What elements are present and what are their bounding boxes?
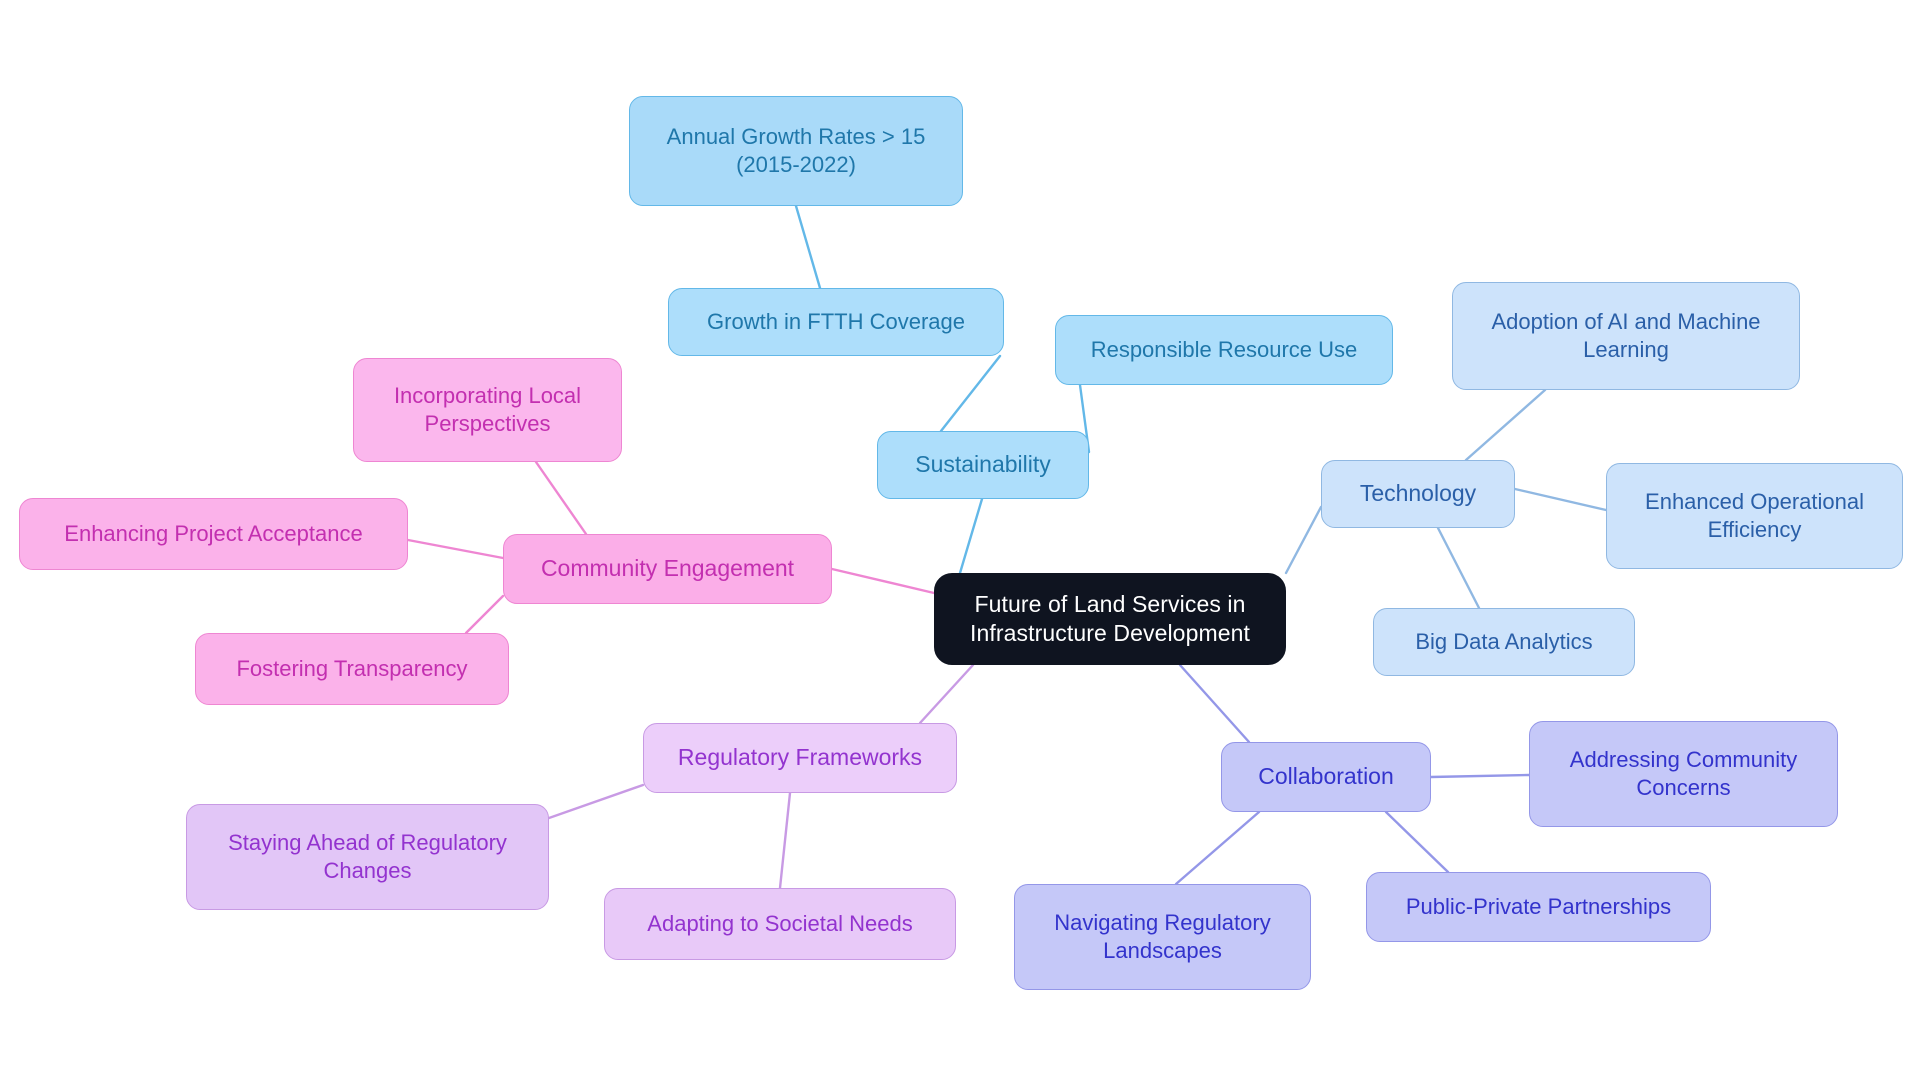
mindmap-node-label: Enhancing Project Acceptance [64, 520, 363, 546]
edge-root-collaboration [1178, 663, 1251, 744]
edge-community-incorporating [534, 460, 588, 536]
mindmap-node-label: Collaboration [1258, 763, 1394, 790]
mindmap-node-adapting-societal-needs[interactable]: Adapting to Societal Needs [604, 888, 956, 960]
mindmap-node-technology[interactable]: Technology [1321, 460, 1515, 528]
mindmap-node-public-private-partnerships[interactable]: Public-Private Partnerships [1366, 872, 1711, 942]
edge-community-fostering [464, 594, 505, 635]
mindmap-node-adoption-ai-ml[interactable]: Adoption of AI and Machine Learning [1452, 282, 1800, 390]
mindmap-node-label: Sustainability [915, 451, 1051, 478]
mindmap-node-navigating-regulatory-landscapes[interactable]: Navigating Regulatory Landscapes [1014, 884, 1311, 990]
mindmap-node-label: Incorporating Local Perspectives [393, 382, 582, 436]
mindmap-node-growth-ftth[interactable]: Growth in FTTH Coverage [668, 288, 1004, 356]
mindmap-node-addressing-community-concerns[interactable]: Addressing Community Concerns [1529, 721, 1838, 827]
mindmap-node-staying-ahead-regulatory-changes[interactable]: Staying Ahead of Regulatory Changes [186, 804, 549, 910]
mindmap-node-label: Big Data Analytics [1415, 628, 1593, 654]
edge-root-regulatory [918, 663, 975, 725]
edge-technology-ai [1464, 388, 1547, 462]
mindmap-node-label: Technology [1359, 480, 1477, 507]
mindmap-node-label: Annual Growth Rates > 15 (2015-2022) [666, 123, 926, 177]
mindmap-node-label: Addressing Community Concerns [1569, 746, 1798, 800]
mindmap-node-root[interactable]: Future of Land Services in Infrastructur… [934, 573, 1286, 665]
edge-root-community [830, 567, 936, 595]
mindmap-node-incorporating-local-perspectives[interactable]: Incorporating Local Perspectives [353, 358, 622, 462]
mindmap-node-fostering-transparency[interactable]: Fostering Transparency [195, 633, 509, 705]
edge-root-technology [1284, 505, 1323, 575]
mindmap-node-annual-growth-rates[interactable]: Annual Growth Rates > 15 (2015-2022) [629, 96, 963, 206]
edge-collab-ppp [1384, 810, 1450, 874]
edge-technology-efficiency [1513, 487, 1608, 512]
edge-community-enhancing [406, 538, 505, 560]
mindmap-node-label: Public-Private Partnerships [1405, 893, 1672, 919]
mindmap-node-label: Adapting to Societal Needs [647, 910, 913, 936]
mindmap-node-label: Growth in FTTH Coverage [707, 308, 965, 334]
edge-technology-bigdata [1436, 526, 1481, 610]
mindmap-node-regulatory-frameworks[interactable]: Regulatory Frameworks [643, 723, 957, 793]
edge-root-sustainability [958, 497, 984, 575]
mindmap-node-label: Community Engagement [540, 555, 795, 582]
mindmap-canvas: Future of Land Services in Infrastructur… [0, 0, 1920, 1083]
mindmap-node-collaboration[interactable]: Collaboration [1221, 742, 1431, 812]
mindmap-node-label: Navigating Regulatory Landscapes [1054, 909, 1271, 963]
edge-sustainability-growth-ftth [939, 354, 1002, 433]
mindmap-node-label: Enhanced Operational Efficiency [1645, 488, 1864, 542]
edge-regulatory-adapting [778, 791, 792, 890]
mindmap-node-label: Regulatory Frameworks [677, 744, 923, 771]
mindmap-node-label: Fostering Transparency [236, 655, 468, 681]
mindmap-node-big-data-analytics[interactable]: Big Data Analytics [1373, 608, 1635, 676]
mindmap-node-label: Adoption of AI and Machine Learning [1491, 308, 1761, 362]
mindmap-node-sustainability[interactable]: Sustainability [877, 431, 1089, 499]
mindmap-node-responsible-resource-use[interactable]: Responsible Resource Use [1055, 315, 1393, 385]
mindmap-node-label: Staying Ahead of Regulatory Changes [228, 829, 507, 883]
mindmap-node-enhanced-operational-efficiency[interactable]: Enhanced Operational Efficiency [1606, 463, 1903, 569]
edge-collab-addressing [1429, 773, 1531, 779]
edge-growth-ftth-annual [794, 204, 822, 290]
mindmap-node-label: Future of Land Services in Infrastructur… [969, 590, 1250, 646]
edge-regulatory-staying [547, 783, 645, 820]
mindmap-node-label: Responsible Resource Use [1090, 336, 1358, 362]
edge-collab-navigating [1174, 810, 1261, 886]
mindmap-node-enhancing-project-acceptance[interactable]: Enhancing Project Acceptance [19, 498, 408, 570]
mindmap-node-community-engagement[interactable]: Community Engagement [503, 534, 832, 604]
